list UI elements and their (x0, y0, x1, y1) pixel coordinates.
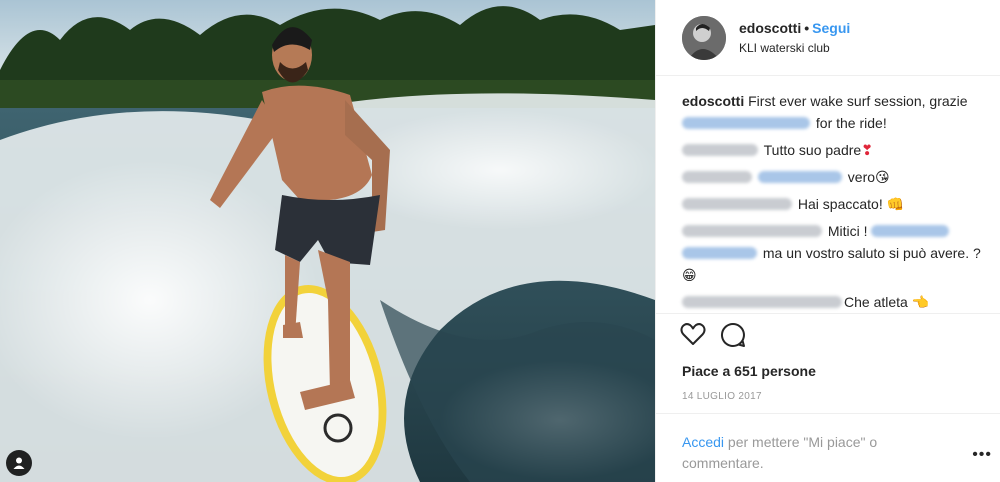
post-side-panel: edoscotti • Segui KLI waterski club edosco… (655, 0, 1000, 482)
comment-username-blurred[interactable] (682, 171, 752, 183)
separator-dot: • (804, 19, 810, 36)
header-username[interactable]: edoscotti (739, 20, 801, 36)
mention-blurred[interactable] (757, 171, 842, 183)
comment-emoji: 👊 (886, 196, 905, 212)
more-icon[interactable]: ••• (972, 446, 992, 464)
mention-blurred[interactable] (682, 117, 810, 129)
comment-text: vero (847, 169, 876, 185)
comment-item: Che atleta 👈 (682, 291, 982, 313)
likes-count[interactable]: Piace a 651 persone (682, 363, 816, 379)
login-link[interactable]: Accedi (682, 434, 724, 450)
comment-emoji: 👈 (911, 294, 930, 310)
caption-text-suffix: for the ride! (815, 115, 887, 131)
comment-item: Tutto suo padre❣ (682, 139, 982, 161)
caption-username[interactable]: edoscotti (682, 93, 744, 109)
location-link[interactable]: KLI waterski club (739, 39, 850, 57)
caption-text-line1: First ever wake surf session, (748, 93, 926, 109)
comment-item: vero😘 (682, 166, 982, 188)
post-date[interactable]: 14 LUGLIO 2017 (682, 391, 762, 402)
heart-icon[interactable] (680, 322, 706, 353)
post-header: edoscotti • Segui KLI waterski club (656, 0, 1000, 76)
comment-username-blurred[interactable] (682, 198, 792, 210)
comment-username-blurred[interactable] (682, 225, 822, 237)
comment-item: Hai spaccato! 👊 (682, 193, 982, 215)
comment-text-2: ma un vostro saluto si può avere. ? (762, 245, 981, 261)
surfer-photo (0, 0, 655, 482)
user-tag-icon[interactable] (6, 450, 32, 476)
caption: edoscotti First ever wake surf session, … (682, 90, 982, 134)
comment-text: Che atleta (844, 294, 908, 310)
comment-item: Mitici ! ma un vostro saluto si può aver… (682, 220, 982, 286)
comments-list[interactable]: edoscotti First ever wake surf session, … (656, 76, 1000, 314)
comment-icon[interactable] (720, 322, 746, 353)
comment-text: Hai spaccato! (797, 196, 883, 212)
mention-blurred[interactable] (871, 225, 950, 237)
caption-text-prefix: grazie (929, 93, 968, 109)
post-photo[interactable] (0, 0, 655, 482)
comment-text: Mitici ! (827, 223, 868, 239)
follow-button[interactable]: Segui (812, 20, 850, 36)
comment-text: Tutto suo padre (763, 142, 862, 158)
post-actions (680, 322, 746, 353)
avatar[interactable] (682, 15, 726, 60)
comment-emoji: 😘 (875, 169, 890, 185)
mention-blurred[interactable] (682, 247, 757, 259)
comment-emoji: ❣ (861, 142, 873, 158)
login-prompt: Accedi per mettere "Mi piace" o commenta… (656, 413, 1000, 482)
comment-username-blurred[interactable] (682, 144, 758, 156)
comment-emoji: 😁 (682, 267, 697, 283)
comment-username-blurred[interactable] (682, 296, 842, 308)
